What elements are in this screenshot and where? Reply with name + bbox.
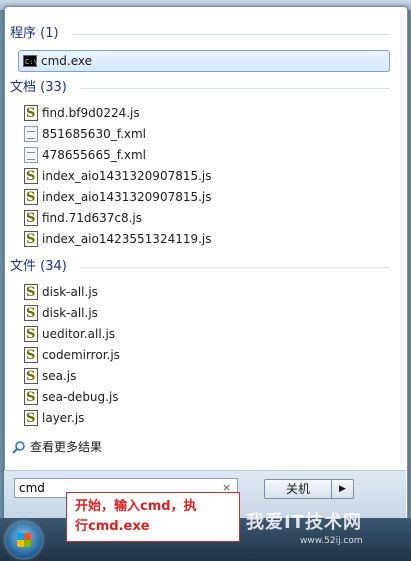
result-item-document[interactable]: index_aio1423551324119.js — [20, 229, 390, 250]
result-item-label: disk-all.js — [42, 285, 98, 299]
annotation-callout: 开始，输入cmd，执 行cmd.exe — [66, 492, 240, 542]
group-separator — [80, 267, 390, 268]
result-item-label: sea.js — [42, 369, 77, 383]
js-file-icon — [24, 104, 38, 124]
result-item-file[interactable]: disk-all.js — [20, 282, 390, 303]
result-item-label: index_aio1423551324119.js — [42, 232, 212, 246]
result-item-label: sea-debug.js — [42, 390, 119, 404]
result-item-label: find.bf9d0224.js — [42, 106, 140, 120]
cmd-console-icon — [23, 52, 38, 72]
result-item-document[interactable]: 851685630_f.xml — [20, 124, 390, 144]
result-item-label: codemirror.js — [42, 348, 120, 362]
group-header-programs-label: 程序 (1) — [10, 26, 59, 41]
js-file-icon — [24, 325, 38, 345]
group-header-documents: 文档 (33) — [10, 78, 390, 98]
watermark-url: www.52ij.com — [300, 536, 363, 546]
js-file-icon — [24, 409, 38, 429]
js-file-icon — [24, 167, 38, 187]
group-header-programs: 程序 (1) — [10, 24, 390, 44]
result-item-document[interactable]: index_aio1431320907815.js — [20, 166, 390, 187]
result-item-file[interactable]: disk-all.js — [20, 303, 390, 324]
result-item-file[interactable]: ueditor.all.js — [20, 324, 390, 345]
group-header-files: 文件 (34) — [10, 257, 390, 277]
result-item-label: index_aio1431320907815.js — [42, 169, 212, 183]
result-item-document[interactable]: index_aio1431320907815.js — [20, 187, 390, 208]
shutdown-options-arrow-icon[interactable]: ▶ — [332, 479, 354, 499]
magnifier-icon — [12, 441, 25, 454]
xml-file-icon — [24, 147, 38, 163]
js-file-icon — [24, 188, 38, 208]
js-file-icon — [24, 230, 38, 250]
result-item-cmd-exe[interactable]: cmd.exe — [18, 50, 390, 72]
js-file-icon — [24, 346, 38, 366]
result-item-file[interactable]: codemirror.js — [20, 345, 390, 366]
js-file-icon — [24, 304, 38, 324]
result-item-document[interactable]: find.bf9d0224.js — [20, 103, 390, 124]
result-item-label: 851685630_f.xml — [42, 127, 147, 141]
watermark-logo: 我爱IT技术网 — [246, 512, 362, 533]
js-file-icon — [24, 388, 38, 408]
result-item-document[interactable]: find.71d637c8.js — [20, 208, 390, 229]
result-item-label: 478655665_f.xml — [42, 148, 147, 162]
result-item-label: index_aio1431320907815.js — [42, 190, 212, 204]
result-item-label: layer.js — [42, 411, 85, 425]
group-separator — [80, 88, 390, 89]
js-file-icon — [24, 209, 38, 229]
result-item-file[interactable]: sea.js — [20, 366, 390, 387]
result-item-label: ueditor.all.js — [42, 327, 116, 341]
result-item-file[interactable]: sea-debug.js — [20, 387, 390, 408]
result-item-label: find.71d637c8.js — [42, 211, 143, 225]
result-item-document[interactable]: 478655665_f.xml — [20, 145, 390, 165]
group-separator — [72, 34, 390, 35]
windows-start-orb-icon[interactable] — [6, 522, 42, 558]
result-item-label: cmd.exe — [41, 54, 93, 68]
result-item-file[interactable]: layer.js — [20, 408, 390, 429]
group-header-documents-label: 文档 (33) — [10, 80, 67, 95]
see-more-results-label: 查看更多结果 — [30, 440, 103, 454]
annotation-line-2: 行cmd.exe — [75, 519, 150, 534]
js-file-icon — [24, 283, 38, 303]
result-item-label: disk-all.js — [42, 306, 98, 320]
js-file-icon — [24, 367, 38, 387]
annotation-line-1: 开始，输入cmd，执 — [75, 499, 197, 514]
results-scroll-gutter — [400, 14, 404, 464]
group-header-files-label: 文件 (34) — [10, 259, 67, 274]
shutdown-button[interactable]: 关机 — [264, 479, 332, 499]
xml-file-icon — [24, 126, 38, 142]
